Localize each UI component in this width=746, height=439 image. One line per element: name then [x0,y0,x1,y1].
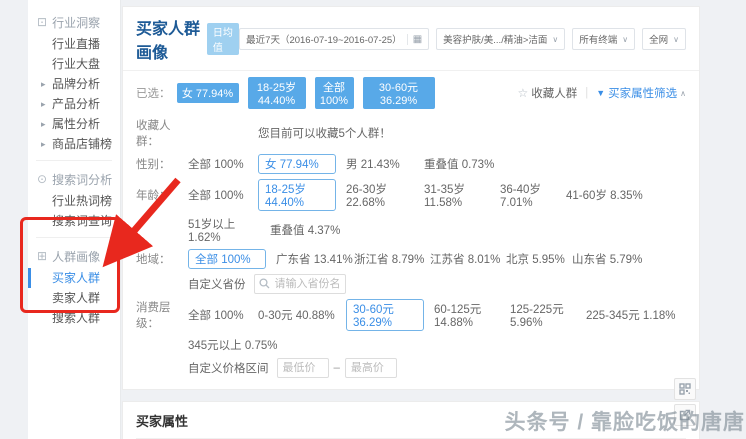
chevron-down-icon: ∨ [552,34,559,44]
age-row-2: 51岁以上 1.62% 重叠值 4.37% [136,216,686,244]
watermark: 头条号 / 靠脸吃饭的唐唐 [504,411,745,434]
page-title: 买家人群画像 [136,21,201,62]
price-option-30-60[interactable]: 30-60元 36.29% [346,299,424,331]
search-analysis-icon: ⊙ [37,172,48,186]
max-price-input[interactable] [344,358,397,378]
search-icon [258,278,269,289]
sidebar-item-word-query[interactable]: 搜索词查询 [28,211,120,231]
scope-dropdown[interactable]: 全网 ∨ [642,28,686,50]
price-row-2: 345元以上 0.75% [136,336,686,353]
persona-panel: 买家人群画像 日均值 最近7天（2016-07-19~2016-07-25） ▦… [122,6,700,390]
age-option-36-40[interactable]: 36-40岁 7.01% [500,181,566,209]
sidebar-section-label: 搜索词分析 [52,172,113,187]
region-option-guangdong[interactable]: 广东省 13.41% [276,251,354,267]
sidebar-item-shop-ranking[interactable]: 商品店铺榜 [28,134,120,154]
age-option-26-30[interactable]: 26-30岁 22.68% [346,181,424,209]
star-icon: ☆ [517,86,529,100]
price-option-345plus[interactable]: 345元以上 0.75% [188,337,278,353]
sidebar-section-industry: ⊡ 行业洞察 [28,10,120,34]
terminal-dropdown[interactable]: 所有终端 ∨ [572,28,636,50]
min-price-input[interactable] [276,358,329,378]
age-option-overlap[interactable]: 重叠值 4.37% [270,222,340,238]
sidebar-section-search-words: ⊙ 搜索词分析 [28,167,120,191]
sidebar-divider [36,160,112,161]
favorite-row: 收藏人群： 您目前可以收藏5个人群！ [136,120,391,148]
chip-age[interactable]: 18-25岁 44.40% [247,77,306,109]
gender-option-all[interactable]: 全部 100% [188,156,258,172]
region-option-all[interactable]: 全部 100% [188,249,266,269]
age-option-all[interactable]: 全部 100% [188,187,258,203]
price-option-225-345[interactable]: 225-345元 1.18% [586,307,676,323]
sidebar-item-search-persona[interactable]: 搜索人群 [28,308,120,328]
sidebar-section-persona: ⊞ 人群画像 [28,244,120,268]
chip-gender[interactable]: 女 77.94% [176,83,239,103]
gender-option-overlap[interactable]: 重叠值 0.73% [424,156,494,172]
sidebar-item-hot-words[interactable]: 行业热词榜 [28,191,120,211]
chevron-up-icon: ∧ [680,88,686,98]
price-option-0-30[interactable]: 0-30元 40.88% [258,307,346,323]
favorite-hint: 您目前可以收藏5个人群！ [258,128,391,140]
chevron-down-icon: ∨ [673,34,679,44]
sidebar-item-seller-persona[interactable]: 卖家人群 [28,288,120,308]
filter-panel: 收藏人群： 您目前可以收藏5个人群！ 性别： 全部 100% 女 77.94% … [136,117,686,378]
price-custom-row: 自定义价格区间 – [136,358,686,378]
age-option-41-60[interactable]: 41-60岁 8.35% [566,187,643,203]
persona-icon: ⊞ [37,249,48,263]
age-option-51plus[interactable]: 51岁以上 1.62% [188,216,270,244]
selected-label: 已选： [136,88,171,100]
price-option-all[interactable]: 全部 100% [188,307,258,323]
industry-icon: ⊡ [37,15,48,29]
gender-option-male[interactable]: 男 21.43% [346,156,424,172]
age-row: 年龄： 全部 100% 18-25岁 44.40% 26-30岁 22.68% … [136,179,686,211]
chip-price[interactable]: 30-60元 36.29% [362,77,435,109]
age-option-18-25[interactable]: 18-25岁 44.40% [258,179,336,211]
category-dropdown[interactable]: 美容护肤/美.../精油>洁面 ∨ [436,28,566,50]
main-content: 买家人群画像 日均值 最近7天（2016-07-19~2016-07-25） ▦… [122,6,700,439]
region-row: 地域： 全部 100% 广东省 13.41% 浙江省 8.79% 江苏省 8.0… [136,249,686,269]
sidebar-item-brand-analysis[interactable]: 品牌分析 [28,74,120,94]
gender-row: 性别： 全部 100% 女 77.94% 男 21.43% 重叠值 0.73% [136,154,686,174]
region-option-beijing[interactable]: 北京 5.95% [506,251,572,267]
custom-province-label: 自定义省份 [188,279,246,291]
region-option-zhejiang[interactable]: 浙江省 8.79% [354,251,430,267]
price-option-125-225[interactable]: 125-225元 5.96% [510,301,586,329]
sidebar: ⊡ 行业洞察 行业直播 行业大盘 品牌分析 产品分析 属性分析 商品店铺榜 ⊙ … [28,0,121,439]
qr-code-icon [679,383,691,395]
divider [123,70,699,71]
date-range-picker[interactable]: 最近7天（2016-07-19~2016-07-25） ▦ [239,28,430,50]
region-option-shandong[interactable]: 山东省 5.79% [572,251,642,267]
qr-code-button[interactable] [674,378,696,400]
sidebar-item-industry-live[interactable]: 行业直播 [28,34,120,54]
page-root: ⊡ 行业洞察 行业直播 行业大盘 品牌分析 产品分析 属性分析 商品店铺榜 ⊙ … [0,0,746,439]
region-option-jiangsu[interactable]: 江苏省 8.01% [430,251,506,267]
sidebar-item-industry-board[interactable]: 行业大盘 [28,54,120,74]
sidebar-divider [36,237,112,238]
chip-region[interactable]: 全部 100% [314,77,354,109]
calendar-icon: ▦ [406,33,422,45]
divider: | [585,87,589,99]
gender-option-female[interactable]: 女 77.94% [258,154,336,174]
custom-price-label: 自定义价格区间 [188,363,269,375]
sidebar-item-attribute-analysis[interactable]: 属性分析 [28,114,120,134]
region-custom-row: 自定义省份 [136,274,686,294]
funnel-icon: ▼ [596,88,606,98]
range-dash: – [333,362,340,374]
title-badge: 日均值 [206,23,240,55]
buyer-attr-filter-toggle[interactable]: ▼ 买家属性筛选 ∧ [596,85,686,101]
chevron-down-icon: ∨ [622,34,629,44]
sidebar-section-label: 行业洞察 [52,15,101,30]
age-option-31-35[interactable]: 31-35岁 11.58% [424,181,500,209]
price-option-60-125[interactable]: 60-125元 14.88% [434,301,510,329]
sidebar-item-buyer-persona[interactable]: 买家人群 [28,268,120,288]
sidebar-item-product-analysis[interactable]: 产品分析 [28,94,120,114]
favorite-crowd-link[interactable]: 收藏人群 [531,85,577,101]
selected-filters-bar: 已选： 女 77.94% 18-25岁 44.40% 全部 100% 30-60… [136,77,686,109]
sidebar-section-label: 人群画像 [52,249,101,264]
price-row: 消费层级： 全部 100% 0-30元 40.88% 30-60元 36.29%… [136,299,686,331]
